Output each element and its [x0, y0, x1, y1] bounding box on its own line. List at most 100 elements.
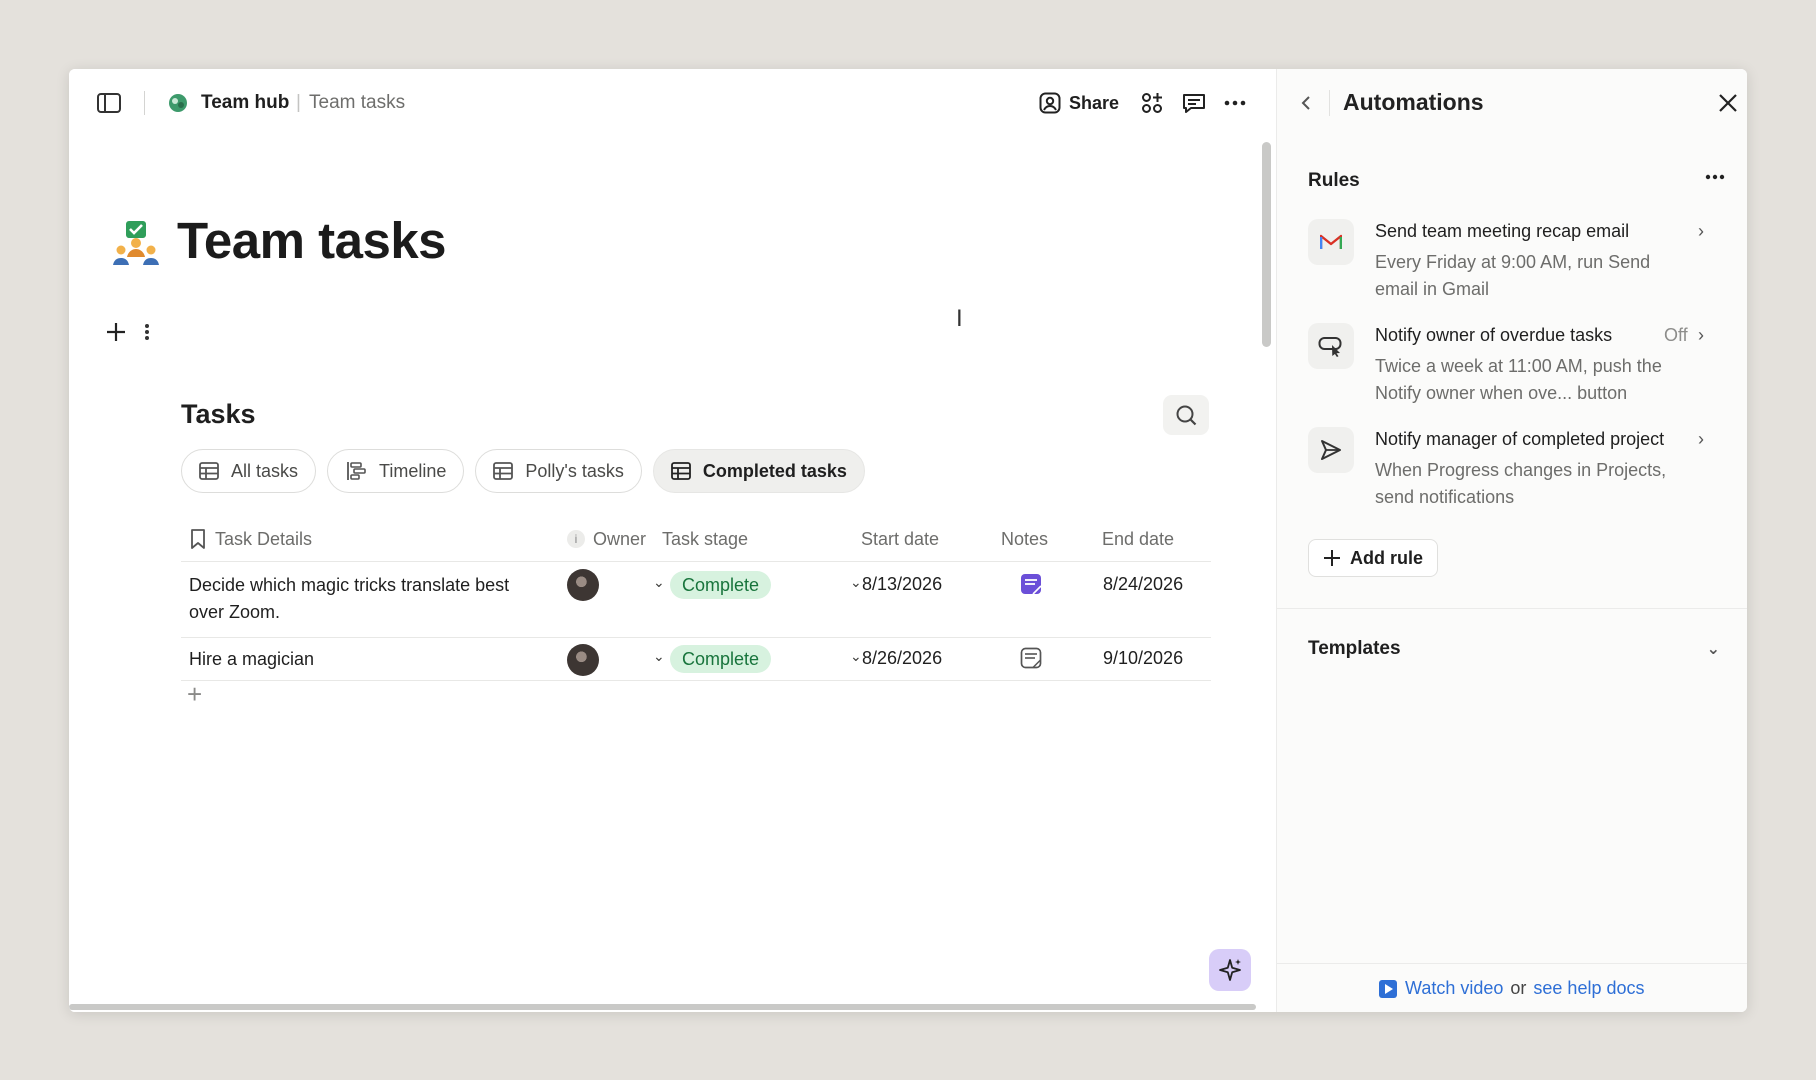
ai-sparkle-icon[interactable] — [1209, 949, 1251, 991]
timeline-icon — [347, 462, 366, 480]
notes-empty-icon[interactable] — [1020, 647, 1042, 674]
tab-label: All tasks — [231, 460, 299, 481]
share-label: Share — [1069, 92, 1120, 113]
rule-title: Notify owner of overdue tasks — [1375, 325, 1613, 345]
tab-timeline[interactable]: Timeline — [327, 449, 465, 493]
panel-header-divider — [1329, 90, 1330, 116]
rule-item-meeting-recap[interactable]: Send team meeting recap email Every Frid… — [1308, 219, 1718, 301]
top-bar: Team hub | Team tasks Share — [69, 69, 1276, 135]
rule-status-off: Off — [1664, 325, 1688, 345]
column-header-label: Task stage — [662, 528, 749, 549]
tab-pollys-tasks[interactable]: Polly's tasks — [475, 449, 642, 493]
search-icon[interactable] — [1163, 395, 1209, 435]
column-header-owner[interactable]: i Owner — [567, 517, 646, 561]
start-date[interactable]: 8/26/2026 — [862, 648, 942, 669]
chevron-down-icon: ⌄ — [1706, 641, 1720, 658]
horizontal-scrollbar[interactable] — [69, 1004, 1256, 1010]
column-header-task-stage[interactable]: Task stage — [662, 517, 748, 561]
column-header-notes[interactable]: Notes — [1001, 517, 1048, 561]
end-date[interactable]: 9/10/2026 — [1103, 648, 1211, 669]
plus-icon — [1324, 550, 1340, 566]
video-play-icon — [1379, 979, 1397, 998]
more-options-icon[interactable] — [1222, 90, 1248, 116]
rule-item-completed-project[interactable]: Notify manager of completed project When… — [1308, 427, 1718, 509]
button-click-icon — [1308, 323, 1354, 369]
breadcrumb-hub[interactable]: Team hub — [201, 91, 289, 115]
breadcrumb-page[interactable]: Team tasks — [309, 91, 405, 115]
tab-all-tasks[interactable]: All tasks — [181, 449, 317, 493]
hub-logo-icon[interactable] — [167, 91, 191, 115]
column-header-label: Start date — [861, 528, 940, 549]
table-icon — [199, 462, 219, 480]
page-title: Team tasks — [177, 212, 447, 269]
tab-label: Polly's tasks — [525, 460, 624, 481]
rule-chevron-right-icon: › — [1698, 221, 1704, 241]
add-block-plus-icon[interactable] — [103, 319, 129, 345]
apps-icon[interactable] — [1139, 90, 1165, 116]
status-badge[interactable]: Complete — [670, 571, 772, 599]
text-cursor-icon: I — [956, 305, 963, 332]
column-header-label: Owner — [593, 528, 647, 549]
rule-description: Every Friday at 9:00 AM, run Send email … — [1375, 252, 1651, 299]
column-header-label: End date — [1102, 528, 1175, 549]
topbar-divider — [144, 91, 145, 115]
team-tasks-page-icon — [111, 219, 161, 267]
stage-dropdown-chevron-icon[interactable]: ⌄ — [850, 648, 862, 665]
close-icon[interactable] — [1714, 89, 1742, 117]
templates-section-toggle[interactable]: Templates ⌄ — [1308, 634, 1720, 664]
column-header-label: Task Details — [215, 528, 313, 549]
app-window: Team hub | Team tasks Share Team tasks I… — [69, 69, 1747, 1012]
owner-dropdown-chevron-icon[interactable]: ⌄ — [653, 574, 665, 591]
help-docs-link[interactable]: see help docs — [1533, 978, 1644, 999]
column-header-start-date[interactable]: Start date — [861, 517, 939, 561]
rules-more-options-icon[interactable] — [1700, 165, 1730, 189]
task-name[interactable]: Decide which magic tricks translate best… — [189, 572, 529, 626]
task-name[interactable]: Hire a magician — [189, 646, 529, 673]
tasks-heading: Tasks — [181, 399, 256, 429]
column-header-end-date[interactable]: End date — [1102, 517, 1174, 561]
panel-footer-divider — [1277, 963, 1747, 964]
status-badge[interactable]: Complete — [670, 645, 772, 673]
back-chevron-icon[interactable] — [1295, 91, 1317, 115]
owner-dropdown-chevron-icon[interactable]: ⌄ — [653, 648, 665, 665]
start-date[interactable]: 8/13/2026 — [862, 574, 942, 595]
tab-label: Timeline — [379, 460, 447, 481]
view-tabs: All tasks Timeline Polly's tasks Complet… — [181, 449, 865, 493]
document-area: Team hub | Team tasks Share Team tasks I… — [69, 69, 1276, 1012]
rule-item-overdue-tasks[interactable]: Notify owner of overdue tasks Off Twice … — [1308, 323, 1718, 405]
add-rule-label: Add rule — [1350, 547, 1424, 568]
end-date[interactable]: 8/24/2026 — [1103, 574, 1211, 595]
add-rule-button[interactable]: Add rule — [1308, 539, 1439, 577]
sidebar-toggle-icon[interactable] — [94, 90, 124, 116]
table-row[interactable]: Decide which magic tricks translate best… — [181, 561, 1211, 637]
table-row[interactable]: Hire a magician ⌄ Complete ⌄ 8/26/2026 9… — [181, 637, 1211, 681]
panel-divider — [1277, 608, 1747, 609]
block-options-kebab-icon[interactable] — [139, 319, 155, 345]
owner-avatar[interactable] — [567, 644, 599, 676]
panel-footer: Watch video or see help docs — [1378, 978, 1644, 999]
footer-or-text: or — [1510, 978, 1527, 998]
rule-chevron-right-icon: › — [1698, 325, 1704, 345]
breadcrumb-separator: | — [296, 92, 301, 113]
tab-completed-tasks[interactable]: Completed tasks — [652, 449, 865, 493]
gmail-icon — [1308, 219, 1354, 265]
owner-avatar[interactable] — [567, 569, 599, 601]
vertical-scrollbar[interactable] — [1262, 142, 1271, 347]
watch-video-link[interactable]: Watch video — [1405, 978, 1503, 999]
send-icon — [1308, 427, 1354, 473]
table-icon — [670, 462, 691, 480]
rule-description: Twice a week at 11:00 AM, push the Notif… — [1375, 356, 1662, 403]
comments-icon[interactable] — [1181, 90, 1207, 116]
info-icon: i — [567, 530, 585, 548]
add-row-plus-icon[interactable]: + — [187, 679, 202, 710]
share-person-icon — [1039, 92, 1061, 114]
notes-filled-icon[interactable] — [1020, 573, 1042, 600]
column-header-task-details[interactable]: Task Details — [189, 517, 312, 561]
rule-description: When Progress changes in Projects, send … — [1375, 460, 1667, 507]
share-button[interactable]: Share — [1039, 90, 1119, 116]
rule-chevron-right-icon: › — [1698, 429, 1704, 449]
tab-label: Completed tasks — [702, 460, 847, 481]
rule-title: Notify manager of completed project — [1375, 429, 1665, 449]
column-header-label: Notes — [1001, 528, 1049, 549]
stage-dropdown-chevron-icon[interactable]: ⌄ — [850, 574, 862, 591]
